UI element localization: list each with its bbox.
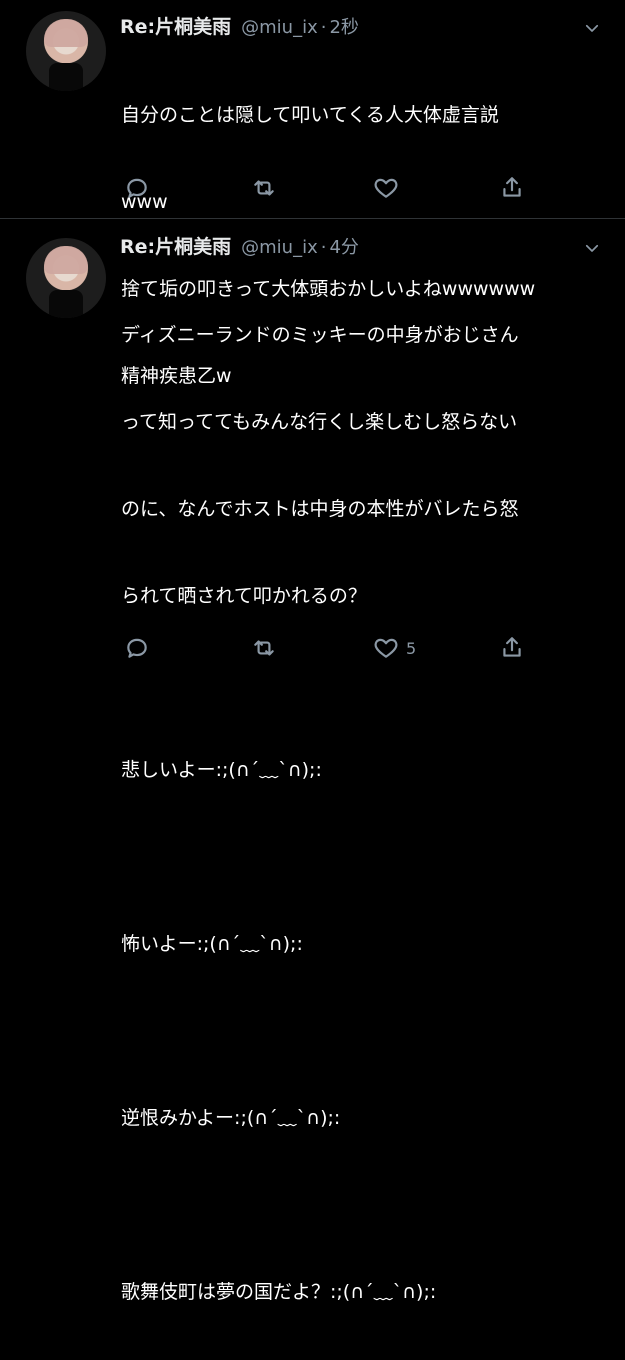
display-name[interactable]: Re:片桐美雨 [120,232,231,259]
tweet-text-line: 悲しいよー:;(∩´﹏`∩);: [121,759,322,781]
retweet-button[interactable] [251,174,277,202]
tweet-actions: 5 [121,634,536,662]
avatar[interactable] [26,238,106,318]
user-handle[interactable]: @miu_ix [241,237,318,258]
tweet[interactable]: Re:片桐美雨 @miu_ix · 2秒 自分のことは隠して叩いてくる人大体虚言… [0,0,625,387]
user-handle[interactable]: @miu_ix [241,17,318,38]
tweet-text-line: って知っててもみんな行くし楽しむし怒らない [121,411,518,433]
tweet-text-line: ディズニーランドのミッキーの中身がおじさん [121,324,519,346]
tweet-text-line: 逆恨みかよー:;(∩´﹏`∩);: [121,1107,341,1129]
time-separator: · [320,17,327,38]
tweet-time[interactable]: 4分 [329,233,358,259]
tweet-text-line: 歌舞伎町は夢の国だよ？:;(∩´﹏`∩);: [121,1281,437,1303]
tweet[interactable]: Re:片桐美雨 @miu_ix · 4分 ディズニーランドのミッキーの中身がおじ… [0,219,625,1303]
retweet-icon [254,640,274,656]
tweet-text-line [121,669,599,698]
retweet-icon [254,180,274,196]
share-button[interactable] [499,174,525,202]
display-name[interactable]: Re:片桐美雨 [120,12,231,39]
reply-button[interactable] [124,634,150,662]
like-button[interactable]: 5 [373,634,416,662]
tweet-header: Re:片桐美雨 @miu_ix · 2秒 [120,12,359,42]
like-button[interactable] [373,174,406,202]
time-separator: · [320,237,327,258]
tweet-header: Re:片桐美雨 @miu_ix · 4分 [120,232,359,262]
tweet-text-line: 怖いよー:;(∩´﹏`∩);: [121,933,303,955]
chevron-down-icon[interactable] [583,19,601,37]
tweet-text-line: られて晒されて叩かれるの？ [121,585,367,607]
chevron-down-icon[interactable] [583,239,601,257]
tweet-text-line [121,843,599,872]
share-icon [503,177,521,197]
heart-icon [374,638,398,658]
avatar[interactable] [26,11,106,91]
tweet-text-line: 自分のことは隠して叩いてくる人大体虚言説 [121,104,499,126]
tweet-text-line [121,1191,599,1220]
share-button[interactable] [499,634,525,662]
retweet-button[interactable] [251,634,277,662]
reply-icon [127,178,147,198]
reply-icon [127,638,147,658]
tweet-time[interactable]: 2秒 [329,13,358,39]
reply-button[interactable] [124,174,150,202]
share-icon [503,637,521,657]
tweet-text-line: のに、なんでホストは中身の本性がバレたら怒 [121,498,519,520]
heart-icon [374,178,398,198]
tweet-text: ディズニーランドのミッキーの中身がおじさん って知っててもみんな行くし楽しむし怒… [121,263,599,1360]
tweet-actions [121,174,536,202]
like-count: 5 [406,638,417,658]
tweet-text-line [121,1017,599,1046]
